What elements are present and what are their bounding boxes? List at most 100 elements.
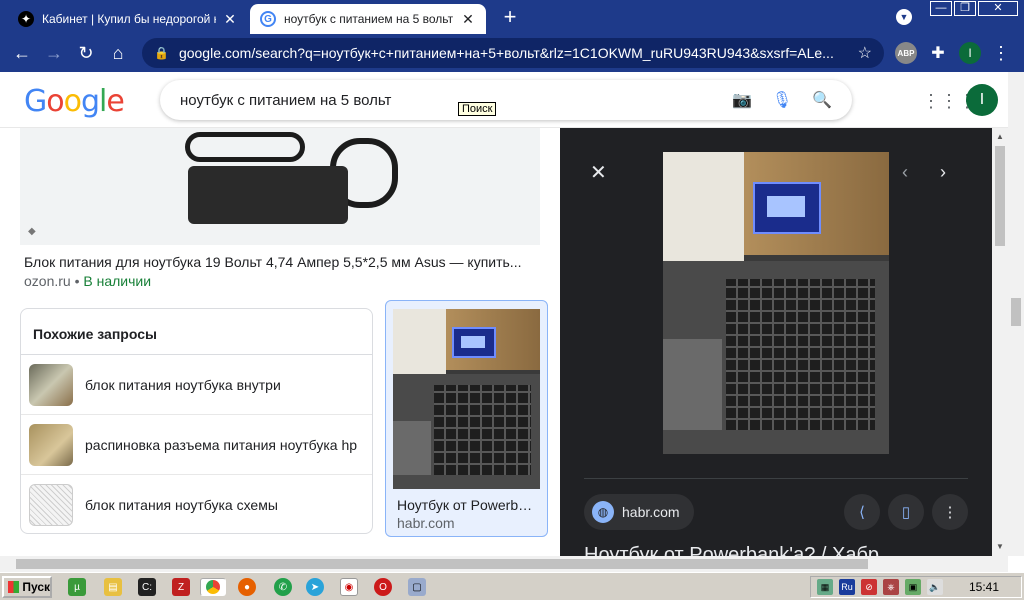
chrome-icon[interactable] [200,578,226,596]
filezilla-icon[interactable]: Z [172,578,190,596]
related-item[interactable]: блок питания ноутбука внутри [21,355,372,415]
source-site-chip[interactable]: ◍ habr.com [584,494,694,530]
panel-scrollbar[interactable]: ▲ ▼ [992,128,1008,556]
adblock-icon[interactable]: ABP [895,42,917,64]
scrollbar-thumb[interactable] [995,146,1005,246]
profile-avatar[interactable]: I [959,42,981,64]
google-header: Google ноутбук с питанием на 5 вольт 📷 🎙… [0,72,1008,128]
scrollbar-thumb[interactable] [16,559,868,569]
scroll-up-icon[interactable]: ▲ [996,132,1004,141]
microphone-icon[interactable]: 🎙 [762,90,802,110]
related-item[interactable]: распиновка разъема питания ноутбука hp [21,415,372,475]
terminal-icon[interactable]: C: [138,578,156,596]
preview-headline[interactable]: Ноутбук от Powerbank'а? / Хабр [584,544,879,556]
scrollbar-thumb[interactable] [1011,298,1021,326]
network-icon[interactable]: ▦ [817,579,833,595]
charger-brick [188,166,348,224]
result-title[interactable]: Блок питания для ноутбука 19 Вольт 4,74 … [24,254,540,270]
url-text: google.com/search?q=ноутбук+с+питанием+н… [178,45,834,61]
tab-close-icon[interactable]: ✕ [460,11,476,28]
tab-cabinet[interactable]: ✦ Кабинет | Купил бы недорогой но ✕ [8,4,248,34]
stock-status: В наличии [83,273,152,289]
tab-google-search[interactable]: G ноутбук с питанием на 5 вольт – G ✕ [250,4,486,34]
windows-taskbar: Пуск µ ▤ C: Z ● ✆ ➤ ◉ O ▢ ▦ Ru ⊘ ⎈ ▣ 🔈 1… [0,572,1024,600]
more-options-icon[interactable]: ⋮ [932,494,968,530]
horizontal-scrollbar[interactable] [0,556,1008,572]
image-results: ◆ Блок питания для ноутбука 19 Вольт 4,7… [0,128,560,556]
globe-icon: ◍ [592,501,614,523]
volume-icon[interactable]: 🔈 [927,579,943,595]
tag-icon: ◆ [28,226,36,237]
close-icon[interactable]: ✕ [590,160,607,185]
related-heading: Похожие запросы [21,309,372,355]
windows-logo-icon [8,581,20,593]
usb-icon[interactable]: ⎈ [883,579,899,595]
chevron-right-icon[interactable]: › [940,162,946,183]
search-input[interactable]: ноутбук с питанием на 5 вольт 📷 🎙 🔍 [160,80,852,120]
selected-image-card[interactable]: Ноутбук от Powerbank'а? / Хабр habr.com [385,300,548,537]
address-bar[interactable]: 🔒 google.com/search?q=ноутбук+с+питанием… [142,38,884,68]
search-query: ноутбук с питанием на 5 вольт [180,91,392,109]
restore-button[interactable]: ❐ [954,1,976,16]
browser-toolbar: ← → ↻ ⌂ 🔒 google.com/search?q=ноутбук+с+… [0,34,1024,72]
browser-menu-icon[interactable]: ⋮ [990,42,1012,64]
recorder-icon[interactable]: ◉ [340,578,358,596]
page-scrollbar[interactable] [1008,72,1024,556]
google-logo[interactable]: Google [24,84,125,119]
forward-arrow-icon[interactable]: → [38,37,70,69]
minimize-button[interactable]: — [930,1,952,16]
chevron-left-icon[interactable]: ‹ [902,162,908,183]
notepad-icon[interactable]: ▢ [408,578,426,596]
scroll-down-icon[interactable]: ▼ [996,542,1004,551]
card-caption: Ноутбук от Powerbank'а? / Хабр [397,497,537,513]
telegram-icon[interactable]: ➤ [306,578,324,596]
google-icon: G [260,11,276,27]
card-source: habr.com [397,515,455,531]
tab-close-icon[interactable]: ✕ [222,11,238,28]
extensions-puzzle-icon[interactable]: ✚ [927,42,949,64]
language-indicator[interactable]: Ru [839,579,855,595]
system-tray: ▦ Ru ⊘ ⎈ ▣ 🔈 15:41 [810,576,1022,598]
window-controls: — ❐ ✕ [930,1,1018,17]
tab-title: Кабинет | Купил бы недорогой но [42,12,216,26]
charger-cable [185,132,305,162]
back-arrow-icon[interactable]: ← [6,37,38,69]
reload-icon[interactable]: ↻ [70,37,102,69]
result-source: ozon.ru • В наличии [24,273,152,289]
search-tooltip: Поиск [458,102,497,116]
close-window-button[interactable]: ✕ [978,1,1018,16]
tab-title: ноутбук с питанием на 5 вольт – G [284,12,454,26]
apps-grid-icon[interactable]: ⋮⋮⋮ [922,90,976,112]
search-icon[interactable]: 🔍 [802,90,842,110]
opera-icon[interactable]: O [374,578,392,596]
related-thumbnail [29,363,73,406]
new-tab-button[interactable]: + [498,6,522,30]
tab-search-icon[interactable]: ▼ [896,9,912,25]
divider [584,478,968,479]
related-searches: Похожие запросы блок питания ноутбука вн… [20,308,373,534]
account-avatar[interactable]: I [966,84,998,116]
image-preview-panel: ✕ ‹ › ◍ habr.com ⟨ ▯ ⋮ Ноутбук от Powerb… [560,128,992,556]
charger-image[interactable]: ◆ [20,128,540,245]
clock[interactable]: 15:41 [969,580,999,594]
lock-icon[interactable]: 🔒 [154,46,169,60]
share-icon[interactable]: ⟨ [844,494,880,530]
firefox-icon[interactable]: ● [238,578,256,596]
whatsapp-icon[interactable]: ✆ [274,578,292,596]
start-button[interactable]: Пуск [2,576,52,598]
security-icon[interactable]: ⊘ [861,579,877,595]
preview-image[interactable] [663,152,889,454]
bookmark-icon[interactable]: ▯ [888,494,924,530]
bookmark-star-icon[interactable]: ☆ [858,43,872,63]
related-item[interactable]: блок питания ноутбука схемы [21,475,372,535]
star-icon: ✦ [18,11,34,27]
home-icon[interactable]: ⌂ [102,37,134,69]
device-icon[interactable]: ▣ [905,579,921,595]
tab-strip: ✦ Кабинет | Купил бы недорогой но ✕ G но… [0,0,1024,34]
camera-icon[interactable]: 📷 [722,90,762,110]
related-thumbnail [29,484,73,526]
laptop-thumbnail [393,309,540,489]
torrent-icon[interactable]: µ [68,578,86,596]
related-thumbnail [29,423,73,466]
folder-icon[interactable]: ▤ [104,578,122,596]
